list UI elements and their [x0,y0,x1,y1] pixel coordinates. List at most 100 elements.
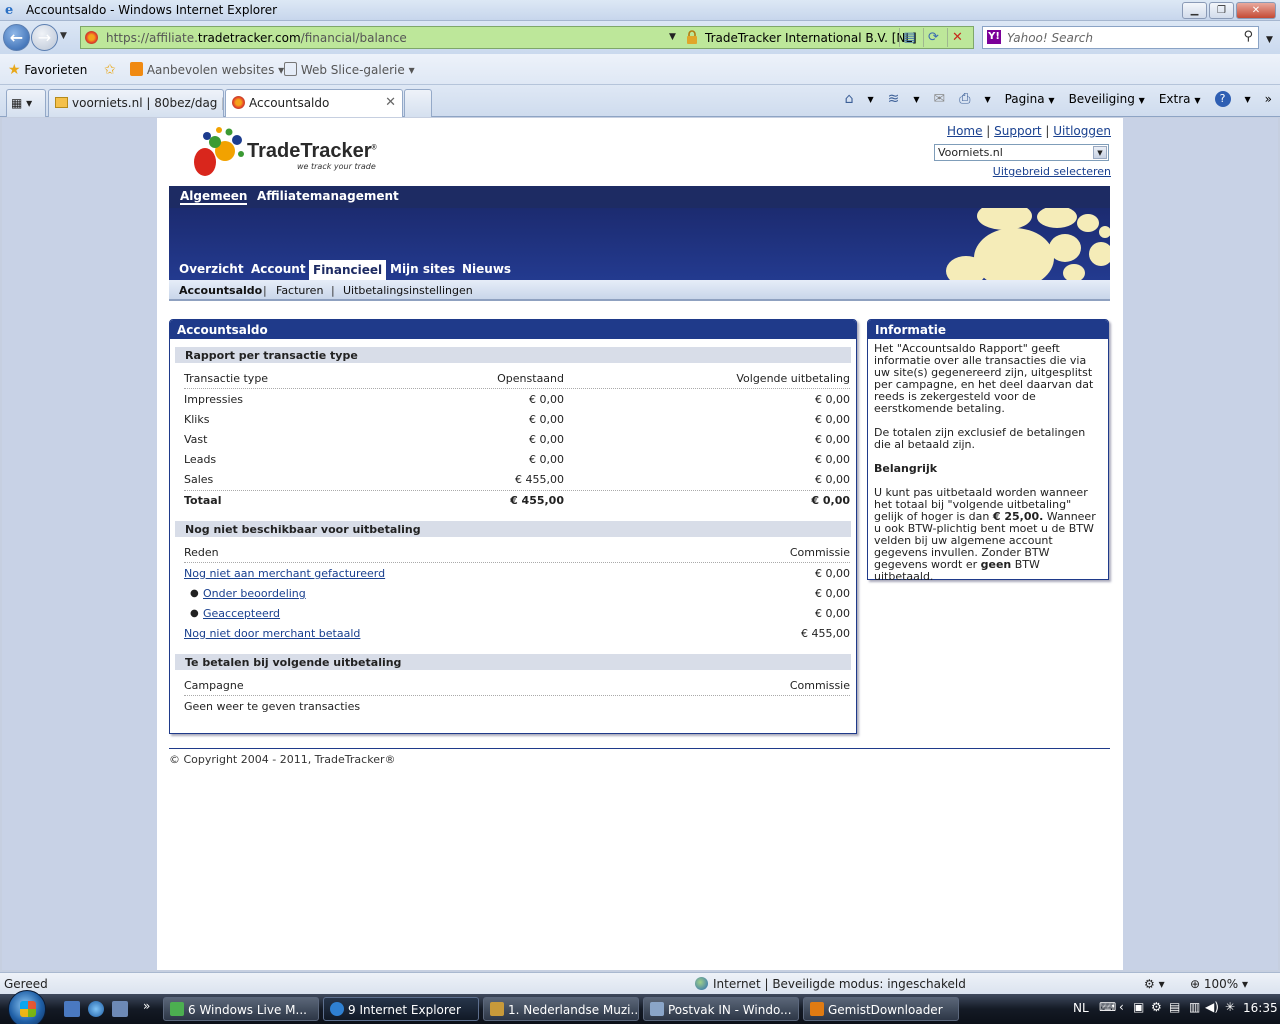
stop-icon[interactable]: ✕ [947,28,967,47]
mainnav-algemeen[interactable]: Algemeen [180,189,248,205]
cell-open: € 0,00 [529,413,564,426]
subnav-mijn-sites[interactable]: Mijn sites [390,262,455,276]
home-link[interactable]: Home [947,124,982,138]
quicklaunch-more-icon[interactable]: » [143,999,150,1013]
tray-app-icon[interactable]: ▤ [1169,1000,1180,1014]
security-certificate-label[interactable]: TradeTracker International B.V. [NL] [705,31,917,45]
add-favorites-icon[interactable]: ✩ [104,62,116,78]
reason-link[interactable]: Onder beoordeling [203,587,306,600]
tertnav-facturen[interactable]: Facturen [276,284,323,297]
help-icon[interactable]: ? [1214,91,1231,107]
subnav-overzicht[interactable]: Overzicht [179,262,244,276]
tray-expand-icon[interactable]: ‹ [1119,1000,1124,1014]
suggested-sites-button[interactable]: Aanbevolen websites ▾ [130,62,284,77]
task-internet-explorer[interactable]: 9 Internet Explorer [323,997,479,1021]
table-row: Vast € 0,00 € 0,00 [184,430,850,450]
cell-open: € 0,00 [529,433,564,446]
search-input[interactable]: Y! Yahoo! Search ⚲ [982,26,1259,49]
web-slice-gallery-button[interactable]: Web Slice-galerie ▾ [284,62,415,77]
compatibility-view-icon[interactable]: ▤ [899,28,919,47]
tertnav-accountsaldo[interactable]: Accountsaldo [179,284,262,297]
site-favicon-icon [85,31,98,44]
maximize-button[interactable]: ❐ [1209,2,1234,19]
back-button[interactable]: ← [3,24,30,51]
mainnav-affiliatemanagement[interactable]: Affiliatemanagement [257,189,399,203]
tab-accountsaldo[interactable]: Accountsaldo ✕ [225,89,403,117]
new-tab-button[interactable] [404,89,432,117]
forward-button[interactable]: → [31,24,58,51]
language-indicator[interactable]: NL [1073,1001,1089,1015]
subnav-nieuws[interactable]: Nieuws [462,262,511,276]
safety-menu[interactable]: Beveiliging ▼ [1069,92,1145,106]
table-row: Nog niet aan merchant gefactureerd € 0,0… [184,564,850,584]
info-panel: Informatie Het "Accountsaldo Rapport" ge… [867,319,1109,583]
refresh-icon[interactable]: ⟳ [923,28,943,47]
minimize-button[interactable]: ▁ [1182,2,1207,19]
start-button[interactable] [8,990,46,1024]
lock-icon[interactable] [686,30,698,44]
tradetracker-logo[interactable]: TradeTracker® we track your trade [189,126,389,180]
info-paragraph: U kunt pas uitbetaald worden wanneer het… [874,486,1096,583]
address-dropdown-icon[interactable]: ▼ [669,32,676,42]
close-window-button[interactable]: ✕ [1236,2,1276,19]
task-nederlandse-muziek[interactable]: 1. Nederlandse Muzi... [483,997,639,1021]
show-desktop-icon[interactable] [64,1001,80,1017]
switch-windows-icon[interactable] [112,1001,128,1017]
recent-pages-dropdown-icon[interactable]: ▼ [60,31,67,41]
tray-app-icon[interactable]: ✳ [1225,1000,1235,1014]
chevron-more-icon[interactable]: » [1265,92,1272,106]
protected-mode-icon[interactable]: ⚙ ▾ [1144,977,1165,991]
table-row: Kliks € 0,00 € 0,00 [184,410,850,430]
security-zone[interactable]: Internet | Beveiligde modus: ingeschakel… [695,977,966,991]
tools-menu[interactable]: Extra ▼ [1159,92,1201,106]
advanced-select-link[interactable]: Uitgebreid selecteren [993,165,1111,178]
feeds-icon[interactable]: ≋ [888,91,900,107]
nav-separator: | [263,284,267,297]
address-url[interactable]: https://affiliate.tradetracker.com/finan… [106,31,407,45]
cell-type: Kliks [184,413,210,426]
reason-link[interactable]: Geaccepteerd [203,607,280,620]
task-gemistdownloader[interactable]: GemistDownloader [803,997,959,1021]
support-link[interactable]: Support [994,124,1041,138]
tray-app-icon[interactable]: ▣ [1133,1000,1144,1014]
subnav-financieel[interactable]: Financieel [309,260,387,280]
print-icon[interactable]: ⎙ [959,91,970,107]
ie-quicklaunch-icon[interactable] [88,1001,104,1017]
total-row: Totaal € 455,00 € 0,00 [184,490,850,510]
task-postvak-in[interactable]: Postvak IN - Windo... [643,997,799,1021]
chevron-down-icon[interactable]: ▼ [1093,146,1107,159]
search-icon[interactable]: ⚲ [1243,29,1253,44]
logout-link[interactable]: Uitloggen [1053,124,1111,138]
suggested-sites-icon [130,62,143,76]
table-row: Leads € 0,00 € 0,00 [184,450,850,470]
banner-dot [1089,242,1110,266]
banner-dot [1099,226,1110,238]
cell-type: Totaal [184,494,222,507]
keyboard-icon[interactable]: ⌨ [1099,1000,1116,1014]
reason-link[interactable]: Nog niet aan merchant gefactureerd [184,567,385,580]
favorites-button[interactable]: ★ Favorieten [8,62,87,78]
tradetracker-page: TradeTracker® we track your trade Home |… [157,118,1123,970]
volume-icon[interactable]: ◀) [1205,1000,1219,1014]
quick-tabs-button[interactable]: ▦ ▾ [6,89,46,117]
zoom-control[interactable]: ⊕ 100% ▾ [1190,977,1248,991]
tab-voorniets[interactable]: voorniets.nl | 80bez/dag | 9... [48,89,224,117]
reason-link[interactable]: Nog niet door merchant betaald [184,627,360,640]
panel-title: Accountsaldo [170,320,856,339]
task-windows-live[interactable]: 6 Windows Live M... [163,997,319,1021]
search-options-dropdown-icon[interactable]: ▼ [1266,35,1273,45]
table-header: Campagne Commissie [184,676,850,696]
site-select[interactable]: Voorniets.nl ▼ [934,144,1109,161]
home-icon[interactable]: ⌂ [845,91,854,107]
banner-dot [1049,234,1081,262]
network-icon[interactable]: ▥ [1189,1000,1200,1014]
tertnav-uitbetalingsinstellingen[interactable]: Uitbetalingsinstellingen [343,284,473,297]
mail-icon[interactable]: ✉ [934,91,946,107]
subnav-account[interactable]: Account [251,262,306,276]
page-menu[interactable]: Pagina ▼ [1005,92,1055,106]
address-bar[interactable]: https://affiliate.tradetracker.com/finan… [80,26,974,49]
close-tab-icon[interactable]: ✕ [385,95,396,110]
tray-app-icon[interactable]: ⚙ [1151,1000,1162,1014]
footer-divider [169,748,1110,749]
clock[interactable]: 16:35 [1243,1001,1278,1015]
